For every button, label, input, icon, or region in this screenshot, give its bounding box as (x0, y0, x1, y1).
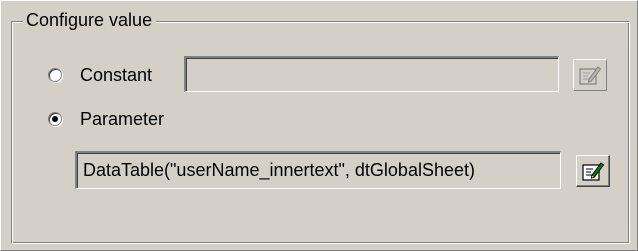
dialog-panel: Configure value Constant Parameter DataT… (0, 0, 638, 251)
constant-edit-button[interactable] (573, 59, 607, 91)
parameter-radio-option[interactable]: Parameter (48, 108, 164, 130)
parameter-value-text: DataTable("userName_innertext", dtGlobal… (83, 160, 475, 180)
parameter-value-field[interactable]: DataTable("userName_innertext", dtGlobal… (75, 151, 561, 189)
constant-radio-button[interactable] (48, 68, 62, 82)
configure-value-group (11, 21, 630, 244)
edit-document-icon (582, 162, 605, 181)
parameter-radio-label: Parameter (80, 109, 165, 129)
edit-document-icon (579, 66, 602, 85)
constant-value-field[interactable] (184, 56, 559, 92)
constant-radio-label: Constant (80, 65, 153, 85)
parameter-edit-button[interactable] (576, 155, 610, 187)
group-title: Configure value (23, 8, 157, 32)
radio-selected-dot (52, 116, 58, 122)
parameter-radio-button[interactable] (48, 112, 62, 126)
constant-radio-option[interactable]: Constant (48, 64, 152, 86)
